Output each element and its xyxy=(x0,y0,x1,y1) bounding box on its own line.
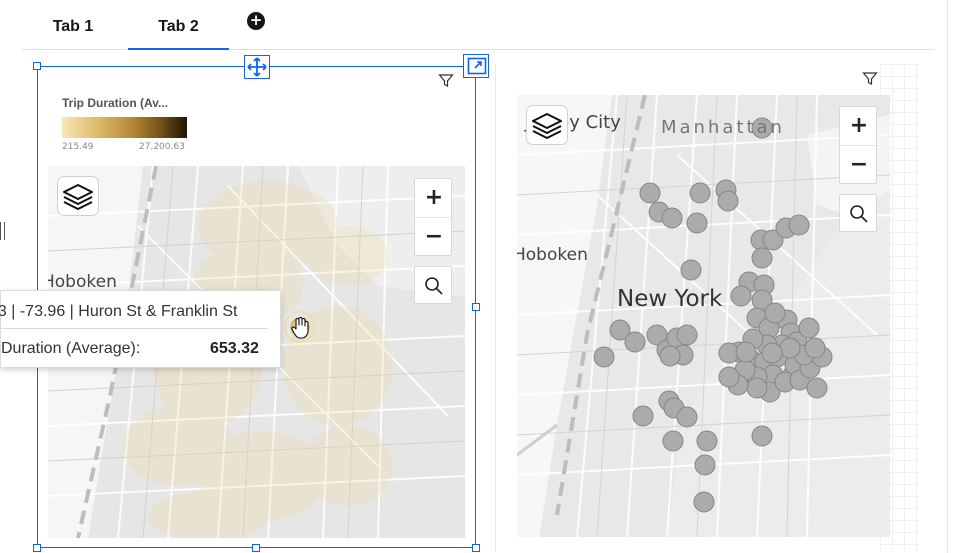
zoom-in-button[interactable]: + xyxy=(840,107,878,145)
filter-icon[interactable] xyxy=(862,71,878,87)
tooltip-divider xyxy=(1,328,268,329)
map-search-button[interactable] xyxy=(414,266,452,304)
zoom-out-button[interactable]: − xyxy=(415,217,453,255)
search-icon xyxy=(850,205,868,223)
tooltip-label: Duration (Average): xyxy=(1,340,141,357)
expand-button[interactable] xyxy=(463,54,489,78)
resize-handle-right[interactable] xyxy=(472,303,480,311)
zoom-in-button[interactable]: + xyxy=(415,179,453,217)
layers-button[interactable] xyxy=(527,106,567,144)
add-tab-plus-icon[interactable]: + xyxy=(247,12,265,30)
layers-icon xyxy=(63,184,93,210)
map-2[interactable]: Jersey City Manhattan Hoboken New York +… xyxy=(517,95,890,537)
tooltip-value: 653.32 xyxy=(210,340,259,357)
legend-title: Trip Duration (Av... xyxy=(62,96,169,110)
layers-icon xyxy=(532,113,562,139)
move-handle[interactable] xyxy=(244,55,270,79)
tab-2[interactable]: Tab 2 xyxy=(128,16,229,50)
map-search-button[interactable] xyxy=(839,194,877,232)
zoom-controls: + − xyxy=(414,178,453,256)
canvas-divider xyxy=(947,0,948,553)
zoom-out-button[interactable]: − xyxy=(840,145,878,183)
move-icon xyxy=(247,57,267,77)
map-label-hoboken: Hoboken xyxy=(48,272,117,292)
resize-handle-bottom[interactable] xyxy=(252,544,260,552)
resize-handle-top-left[interactable] xyxy=(33,62,41,70)
zoom-controls: + − xyxy=(839,106,878,184)
expand-icon xyxy=(467,57,487,75)
map-label-hoboken: Hoboken xyxy=(517,245,588,265)
hand-pointer-icon xyxy=(291,317,309,339)
search-icon xyxy=(425,277,443,295)
resize-handle-bottom-left[interactable] xyxy=(33,544,41,552)
tooltip-header: 73 | -73.96 | Huron St & Franklin St xyxy=(0,303,238,320)
legend-color-scale xyxy=(62,117,187,138)
legend-max: 27,200.63 xyxy=(139,142,185,152)
map-2-streets xyxy=(517,95,890,537)
filter-icon[interactable] xyxy=(438,73,454,89)
resize-handle-bottom-right[interactable] xyxy=(472,544,480,552)
dashboard: Tab 1 Tab 2 + Jersey City Manhattan Hobo… xyxy=(0,0,955,553)
map-label-manhattan: Manhattan xyxy=(661,117,785,138)
tab-1[interactable]: Tab 1 xyxy=(42,16,104,50)
layers-button[interactable] xyxy=(58,177,98,215)
map-tooltip: 73 | -73.96 | Huron St & Franklin St Dur… xyxy=(0,290,281,368)
legend-min: 215.49 xyxy=(62,142,94,152)
tab-bar: Tab 1 Tab 2 + xyxy=(22,0,934,50)
panel-resize-grip[interactable] xyxy=(0,222,5,240)
map-label-new-york: New York xyxy=(617,286,723,312)
